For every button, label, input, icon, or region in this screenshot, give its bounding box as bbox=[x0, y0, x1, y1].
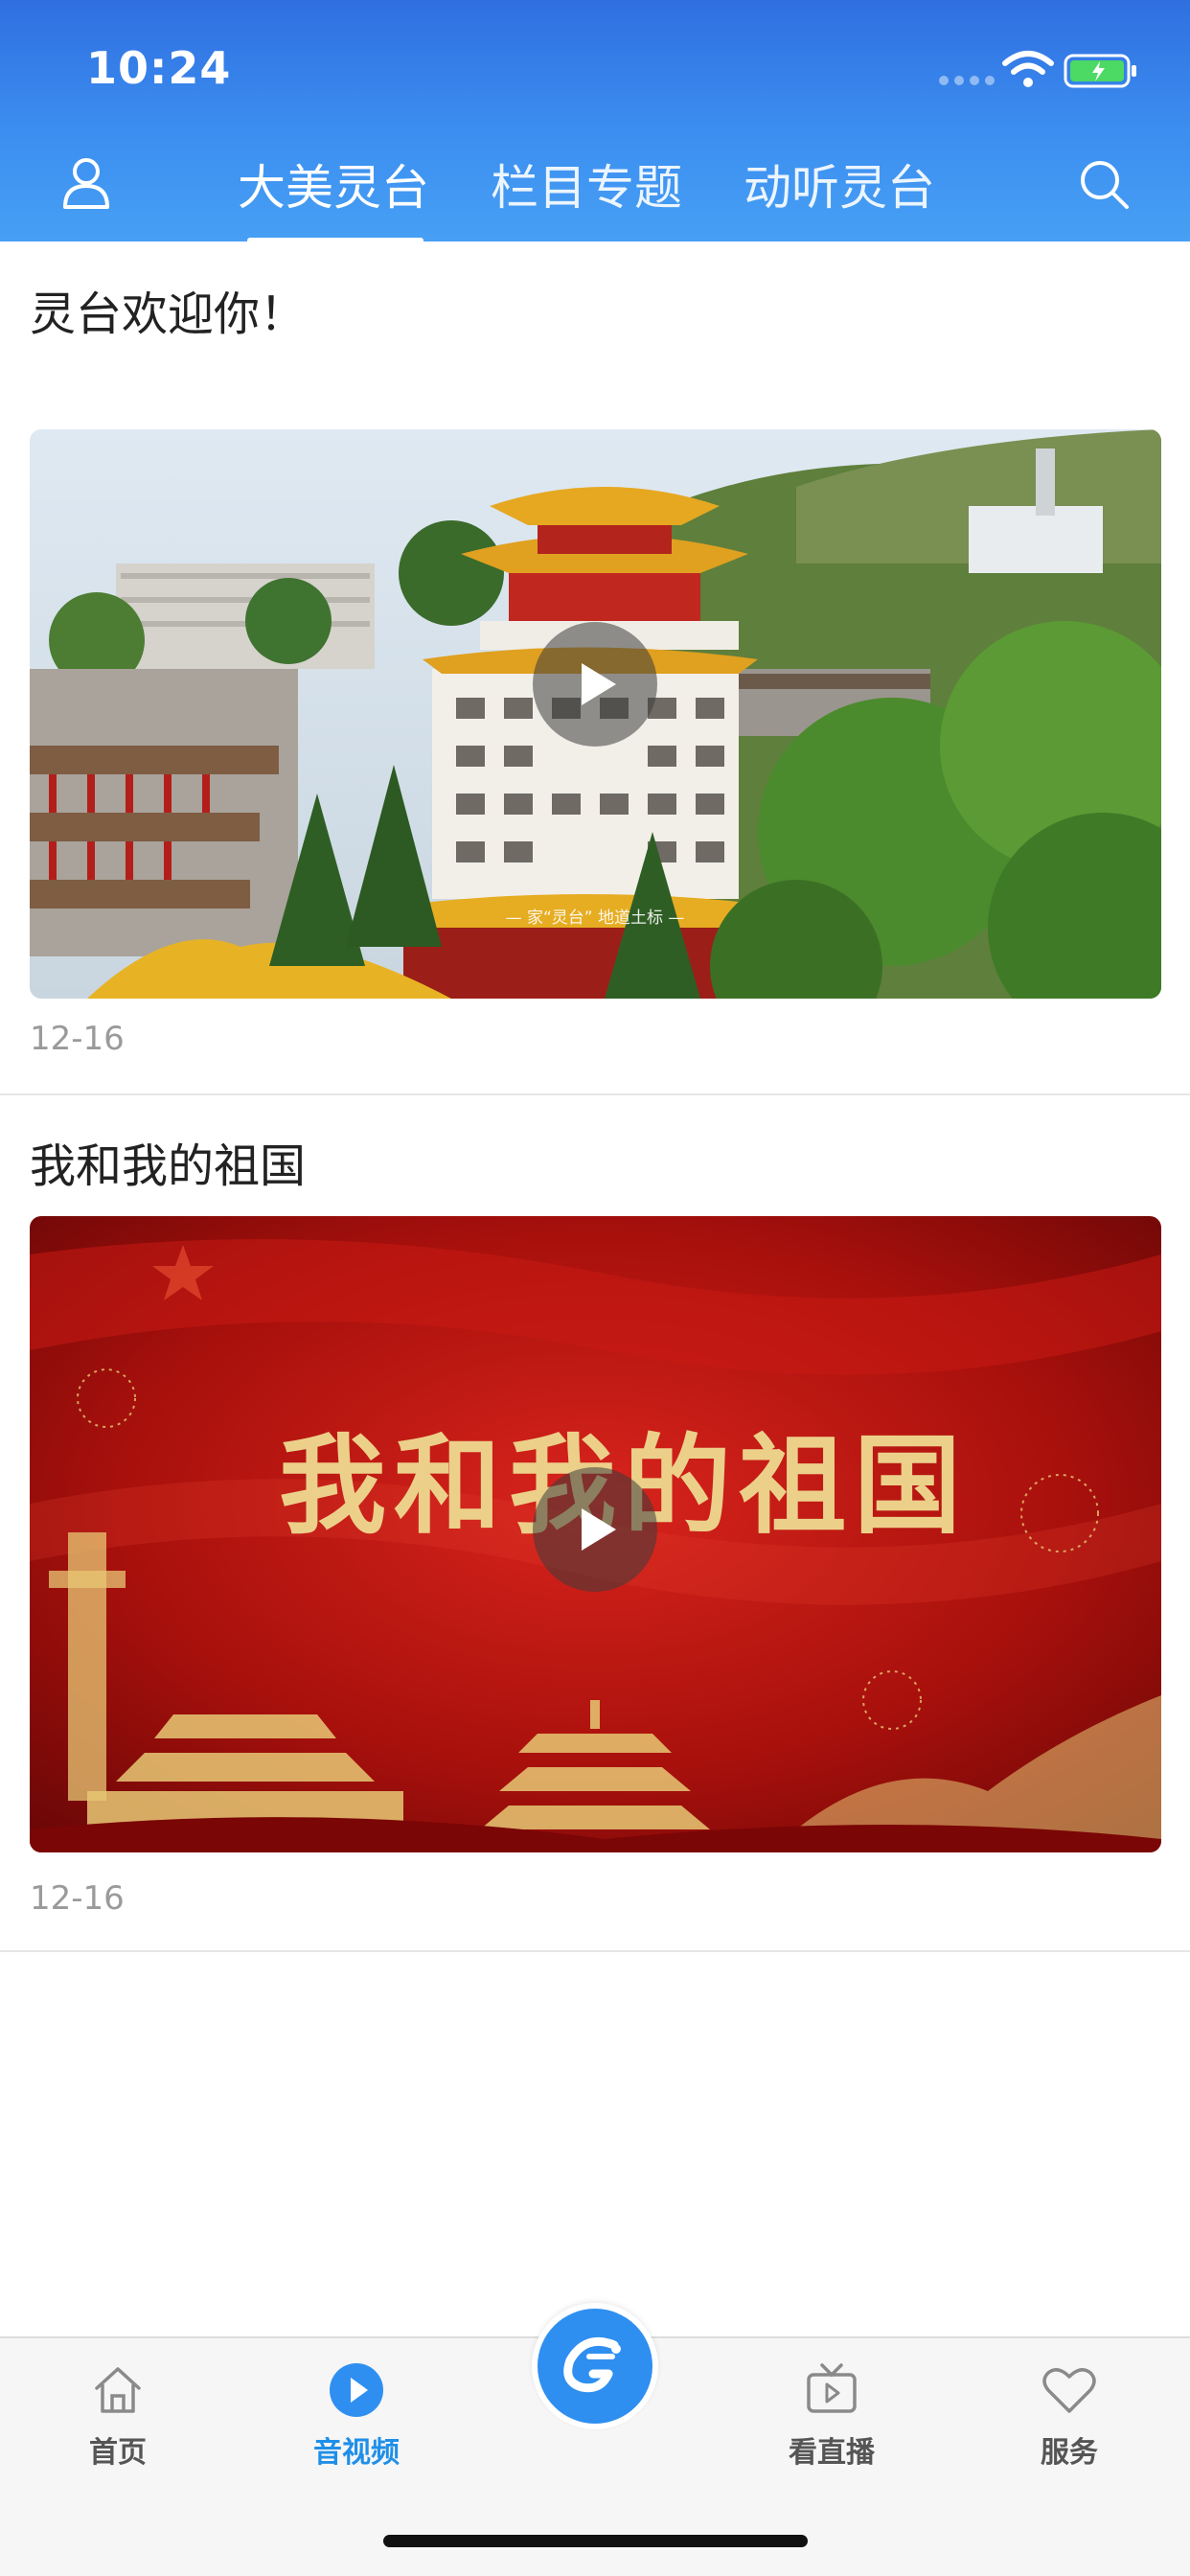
channel-tabs: 大美灵台 栏目专题 动听灵台 bbox=[238, 150, 935, 243]
play-icon bbox=[582, 663, 616, 705]
nav-audio-video-label: 音视频 bbox=[313, 2436, 400, 2470]
top-header: 10:24 大美灵台 栏目专题 动听灵台 bbox=[0, 0, 1190, 243]
nav-services-label: 服务 bbox=[1041, 2436, 1098, 2470]
search-icon[interactable] bbox=[1077, 157, 1131, 211]
video-date: 12-16 bbox=[30, 1020, 125, 1058]
divider bbox=[0, 1950, 1190, 1952]
play-circle-icon bbox=[330, 2363, 383, 2417]
video-caption-text: — 家“灵台” 地道土标 — bbox=[506, 908, 685, 928]
tab-lanmu-zhuanti[interactable]: 栏目专题 bbox=[491, 150, 682, 218]
nav-home-label: 首页 bbox=[89, 2436, 147, 2470]
nav-services[interactable]: 服务 bbox=[993, 2361, 1146, 2471]
home-icon bbox=[95, 2367, 141, 2413]
video-card[interactable]: 我和我的祖国 我和我的祖国 bbox=[0, 1095, 1190, 1952]
video-thumbnail[interactable]: 我和我的祖国 bbox=[30, 1216, 1161, 1852]
nav-live-label: 看直播 bbox=[789, 2436, 875, 2470]
play-button[interactable] bbox=[533, 1467, 657, 1592]
play-button[interactable] bbox=[533, 622, 657, 747]
home-indicator bbox=[383, 2535, 808, 2547]
wifi-icon bbox=[1002, 51, 1054, 87]
video-thumbnail[interactable]: — 家“灵台” 地道土标 — bbox=[30, 429, 1161, 999]
status-time: 10:24 bbox=[86, 42, 232, 94]
video-date: 12-16 bbox=[30, 1879, 125, 1918]
tab-dongting-lingtai[interactable]: 动听灵台 bbox=[744, 150, 935, 218]
nav-live[interactable]: 看直播 bbox=[755, 2361, 908, 2471]
app-logo-icon bbox=[538, 2309, 652, 2424]
nav-home[interactable]: 首页 bbox=[41, 2361, 195, 2471]
video-card[interactable]: 灵台欢迎你！ — 家“灵台” 地道土标 — 12-16 bbox=[0, 242, 1190, 1094]
video-title[interactable]: 我和我的祖国 bbox=[30, 1128, 306, 1195]
heart-icon bbox=[1042, 2368, 1096, 2413]
battery-icon bbox=[1064, 54, 1136, 88]
tab-damei-lingtai[interactable]: 大美灵台 bbox=[238, 150, 429, 243]
tv-icon bbox=[807, 2363, 857, 2413]
video-title[interactable]: 灵台欢迎你！ bbox=[30, 276, 306, 343]
user-icon[interactable] bbox=[59, 155, 113, 209]
nav-audio-video[interactable]: 音视频 bbox=[280, 2361, 433, 2471]
cellular-signal-icon bbox=[939, 76, 995, 85]
play-icon bbox=[582, 1508, 616, 1551]
center-app-button[interactable] bbox=[532, 2303, 658, 2429]
